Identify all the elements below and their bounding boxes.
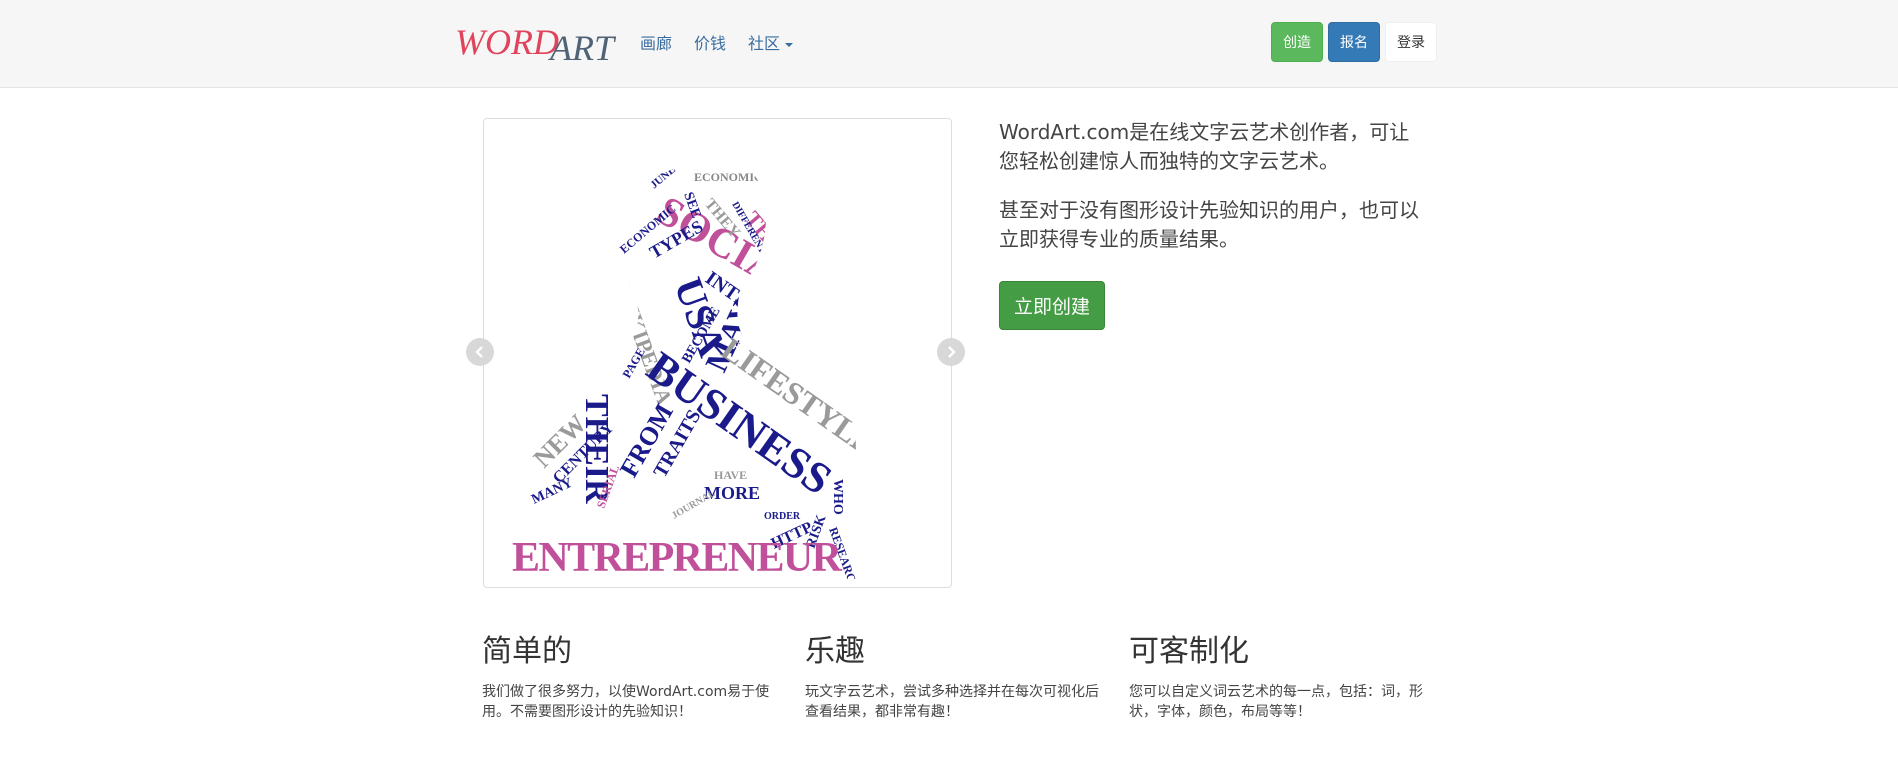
svg-text:ENTREPRENEUR: ENTREPRENEUR [512, 535, 843, 579]
word-cloud-image: JUNE ECONOMIC SOCIAL THERE THEY DIFFEREN… [510, 156, 856, 579]
chevron-left-icon [475, 346, 483, 358]
hero-paragraph-1: WordArt.com是在线文字云艺术创作者，可让您轻松创建惊人而独特的文字云艺… [999, 120, 1410, 173]
feature-simple: 简单的 我们做了很多努力，以使WordArt.com易于使用。不需要图形设计的先… [482, 632, 782, 722]
word-cloud-words: JUNE ECONOMIC SOCIAL THERE THEY DIFFEREN… [510, 156, 856, 579]
feature-customizable: 可客制化 您可以自定义词云艺术的每一点，包括：词，形状，字体，颜色，布局等等！ [1129, 632, 1429, 722]
svg-text:PROFIT: PROFIT [758, 245, 790, 300]
svg-text:ORDER: ORDER [764, 511, 801, 522]
feature-text: 我们做了很多努力，以使WordArt.com易于使用。不需要图形设计的先验知识！ [482, 684, 770, 720]
carousel-prev-button[interactable] [466, 338, 494, 366]
nav-link-pricing[interactable]: 价钱 [694, 30, 726, 54]
feature-title: 乐趣 [805, 634, 865, 669]
hero-text: WordArt.com是在线文字云艺术创作者，可让您轻松创建惊人而独特的文字云艺… [999, 118, 1429, 274]
svg-text:ECONOMIC: ECONOMIC [694, 170, 763, 184]
wordart-logo[interactable]: WORD ART [455, 14, 620, 70]
svg-text:WHO: WHO [830, 479, 845, 515]
signup-button[interactable]: 报名 [1328, 22, 1380, 62]
nav-link-community-label: 社区 [748, 34, 781, 53]
feature-text: 您可以自定义词云艺术的每一点，包括：词，形状，字体，颜色，布局等等！ [1129, 684, 1423, 720]
login-button[interactable]: 登录 [1385, 22, 1437, 62]
caret-down-icon [785, 42, 794, 47]
carousel-next-button[interactable] [937, 338, 965, 366]
hero-paragraph-2: 甚至对于没有图形设计先验知识的用户，也可以立即获得专业的质量结果。 [999, 198, 1419, 251]
nav-dropdown-community[interactable]: 社区 [748, 30, 794, 54]
feature-title: 可客制化 [1129, 634, 1249, 669]
nav-link-gallery[interactable]: 画廊 [640, 30, 672, 54]
top-navbar: WORD ART 画廊 价钱 社区 创造 报名 登录 [0, 0, 1898, 88]
nav-links: 画廊 价钱 社区 [640, 30, 815, 54]
carousel: JUNE ECONOMIC SOCIAL THERE THEY DIFFEREN… [483, 118, 952, 588]
create-button[interactable]: 创造 [1271, 22, 1323, 62]
feature-title: 简单的 [482, 634, 572, 669]
chevron-right-icon [948, 346, 956, 358]
logo-word-text: WORD [455, 22, 559, 62]
feature-text: 玩文字云艺术，尝试多种选择并在每次可视化后查看结果，都非常有趣！ [805, 684, 1099, 720]
logo-art-text: ART [548, 28, 617, 68]
feature-fun: 乐趣 玩文字云艺术，尝试多种选择并在每次可视化后查看结果，都非常有趣！ [805, 632, 1105, 722]
create-now-button[interactable]: 立即创建 [999, 281, 1105, 330]
svg-text:HAVE: HAVE [714, 468, 747, 482]
